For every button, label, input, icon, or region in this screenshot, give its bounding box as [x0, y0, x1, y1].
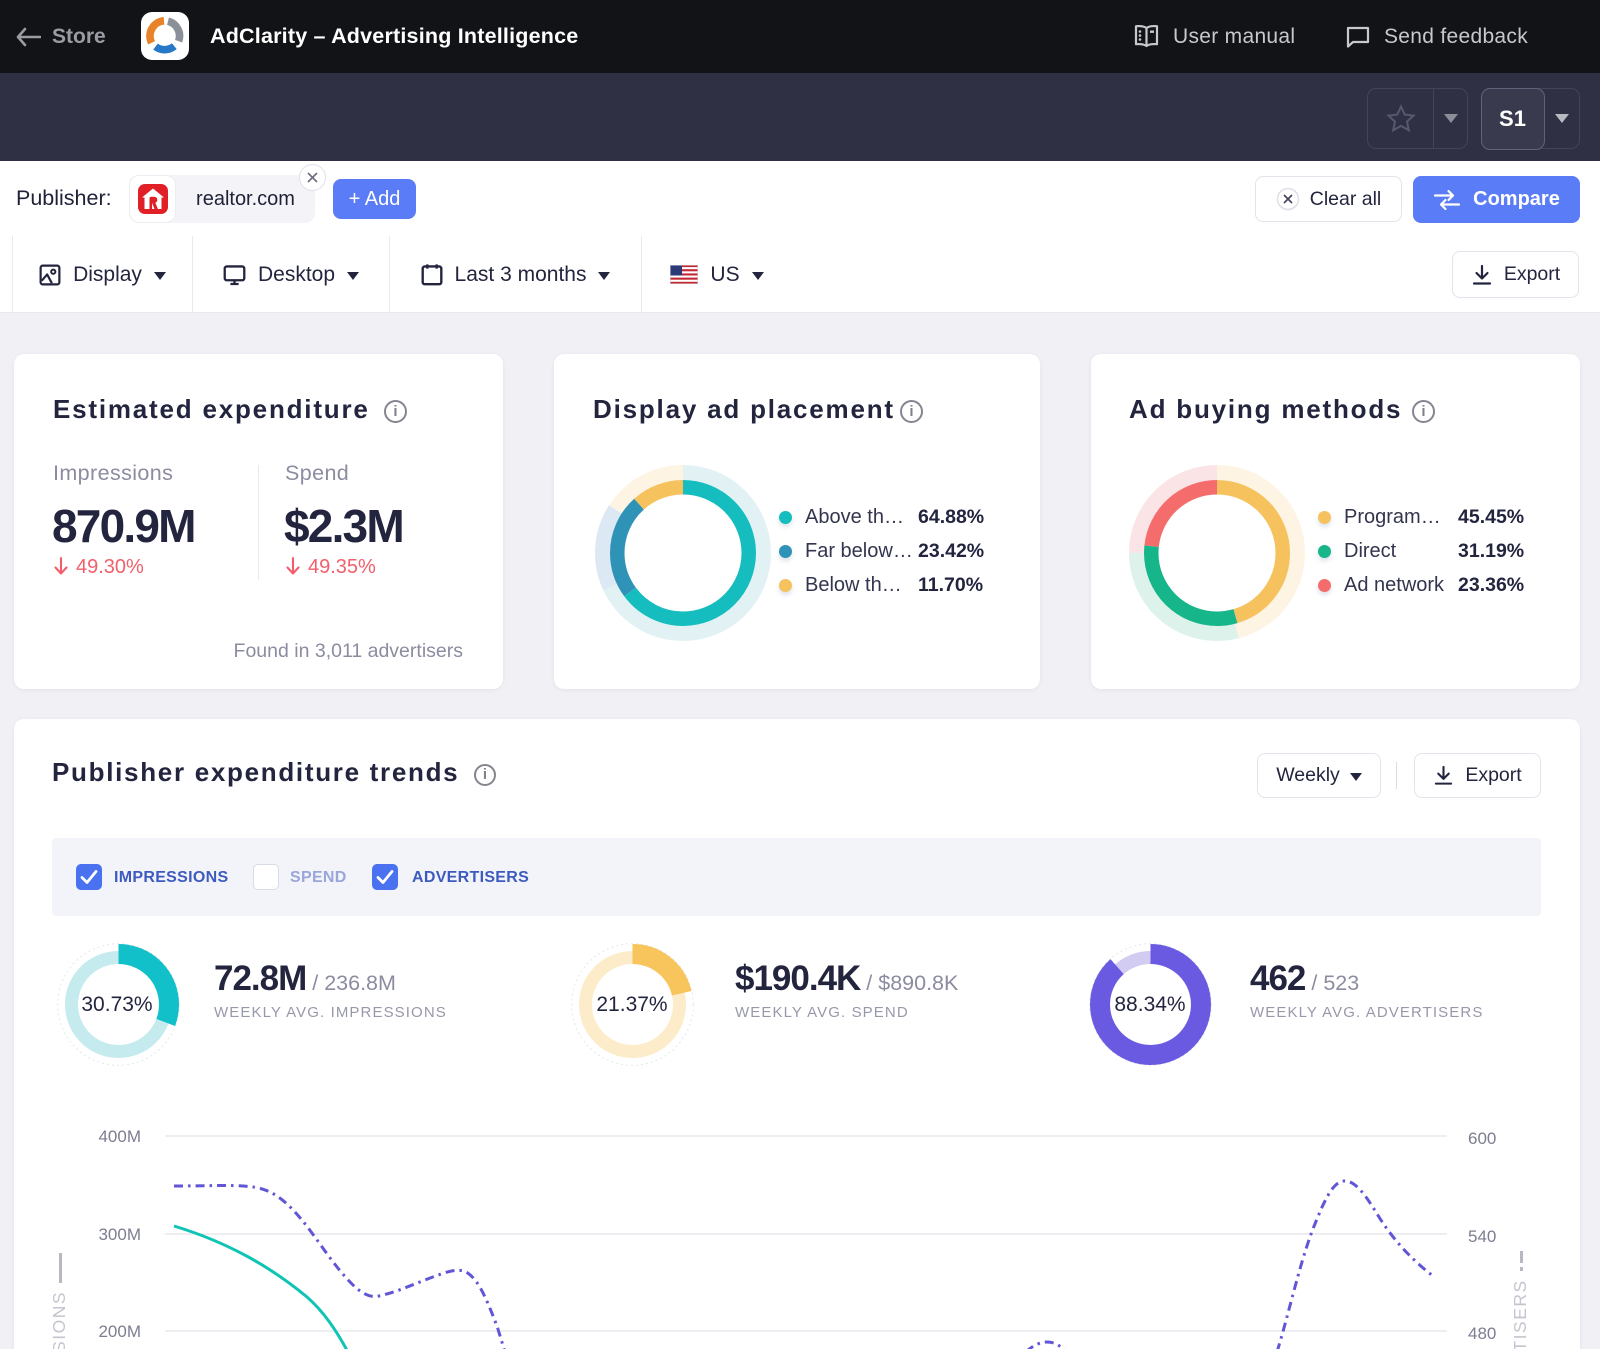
svg-text:540: 540	[1468, 1227, 1496, 1246]
svg-text:480: 480	[1468, 1324, 1496, 1343]
svg-text:300M: 300M	[98, 1225, 141, 1244]
svg-text:200M: 200M	[98, 1322, 141, 1341]
svg-text:400M: 400M	[98, 1127, 141, 1146]
svg-text:600: 600	[1468, 1129, 1496, 1148]
